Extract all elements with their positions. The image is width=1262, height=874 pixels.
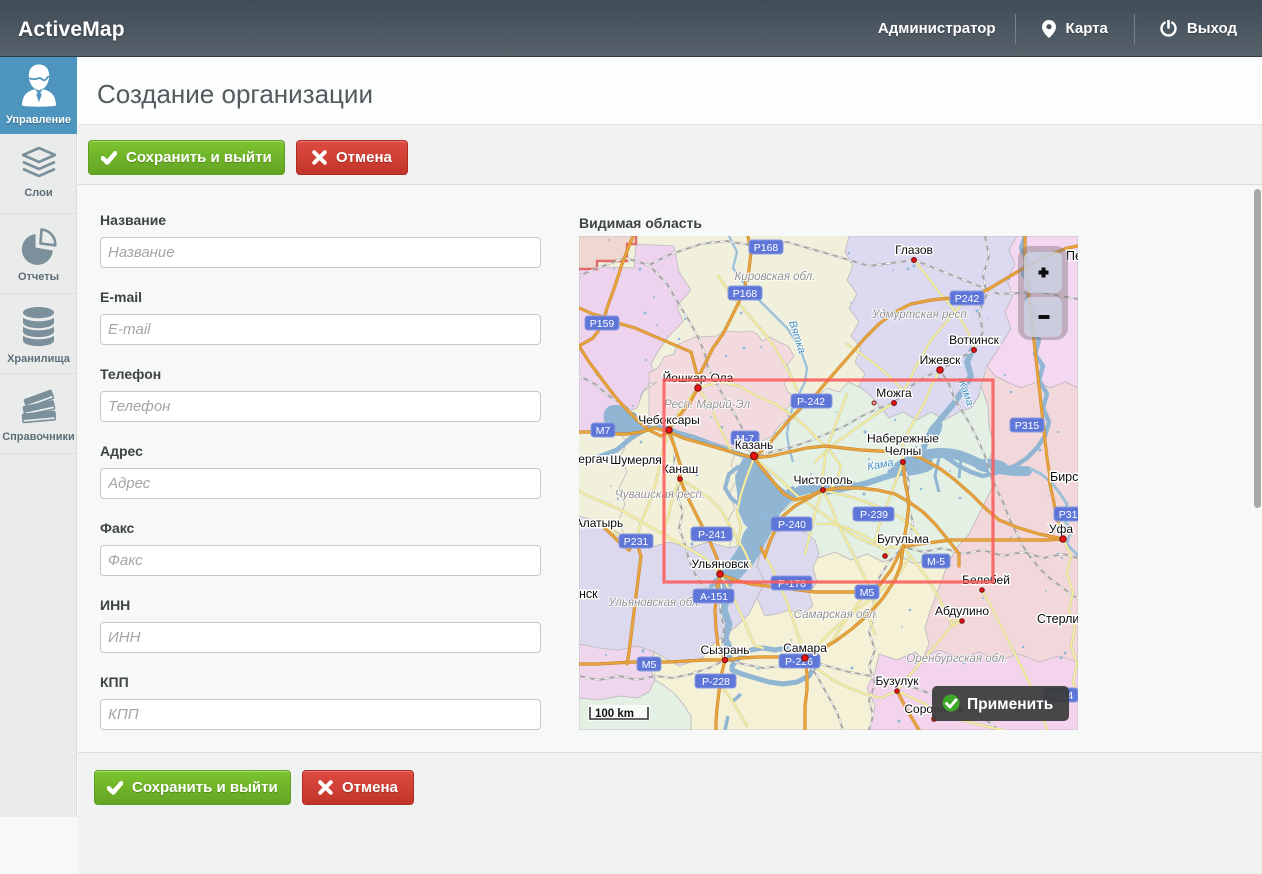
svg-text:Шумерля: Шумерля — [610, 453, 662, 467]
svg-text:Йошкар-Ола: Йошкар-Ола — [663, 370, 734, 385]
svg-text:нск: нск — [579, 587, 598, 601]
svg-text:100 km: 100 km — [595, 708, 634, 720]
svg-text:Ульяновская обл.: Ульяновская обл. — [607, 597, 701, 609]
svg-text:М5: М5 — [860, 587, 875, 599]
svg-text:Р315: Р315 — [1015, 420, 1040, 432]
svg-text:Белебей: Белебей — [962, 573, 1010, 587]
svg-text:Канаш: Канаш — [662, 462, 699, 476]
svg-text:Р242: Р242 — [955, 293, 980, 305]
svg-text:Р-178: Р-178 — [778, 578, 806, 590]
svg-text:М-5: М-5 — [927, 556, 945, 568]
svg-text:Чувашская респ.: Чувашская респ. — [615, 489, 705, 501]
svg-text:Удмуртская респ.: Удмуртская респ. — [871, 309, 970, 321]
svg-text:Алатырь: Алатырь — [579, 516, 623, 530]
svg-text:Воткинск: Воткинск — [949, 333, 999, 347]
svg-text:Казань: Казань — [735, 438, 774, 452]
svg-text:Сызрань: Сызрань — [700, 643, 749, 657]
svg-text:Ижевск: Ижевск — [920, 353, 962, 367]
svg-text:Сергач: Сергач — [579, 452, 608, 466]
svg-text:Ульяновск: Ульяновск — [691, 557, 749, 571]
svg-text:Абдулино: Абдулино — [935, 604, 989, 618]
svg-text:Р315: Р315 — [1059, 509, 1078, 521]
svg-text:Р-239: Р-239 — [860, 509, 888, 521]
svg-text:Оренбургская обл.: Оренбургская обл. — [906, 653, 1007, 665]
svg-text:Р-242: Р-242 — [797, 396, 825, 408]
svg-text:Кировская обл.: Кировская обл. — [735, 271, 816, 283]
svg-text:Самарская обл.: Самарская обл. — [794, 609, 879, 621]
svg-text:Чистополь: Чистополь — [794, 473, 853, 487]
svg-text:Бирск: Бирск — [1050, 470, 1078, 484]
svg-text:Р168: Р168 — [754, 242, 779, 254]
svg-text:Р-228: Р-228 — [702, 676, 730, 688]
svg-text:Респ. Марий-Эл: Респ. Марий-Эл — [664, 399, 750, 411]
svg-text:Уфа: Уфа — [1049, 522, 1073, 536]
svg-text:Бугульма: Бугульма — [877, 532, 929, 546]
svg-text:Челны: Челны — [885, 444, 922, 458]
svg-text:Применить: Применить — [967, 696, 1053, 713]
svg-text:Чебоксары: Чебоксары — [638, 413, 699, 427]
svg-text:Стерлита: Стерлита — [1037, 612, 1078, 626]
svg-text:Можга: Можга — [876, 386, 912, 400]
svg-text:Глазов: Глазов — [895, 243, 933, 257]
svg-text:М5: М5 — [642, 659, 657, 671]
svg-text:М7: М7 — [596, 425, 611, 437]
svg-text:Самара: Самара — [783, 641, 827, 655]
svg-text:Р168: Р168 — [733, 288, 758, 300]
svg-text:А-151: А-151 — [700, 591, 728, 603]
svg-text:Р159: Р159 — [590, 318, 615, 330]
svg-text:Р231: Р231 — [624, 536, 649, 548]
svg-text:Бузулук: Бузулук — [876, 674, 920, 688]
svg-text:Р-240: Р-240 — [778, 519, 806, 531]
svg-text:Р-241: Р-241 — [698, 529, 726, 541]
svg-text:Р-226: Р-226 — [785, 656, 813, 668]
